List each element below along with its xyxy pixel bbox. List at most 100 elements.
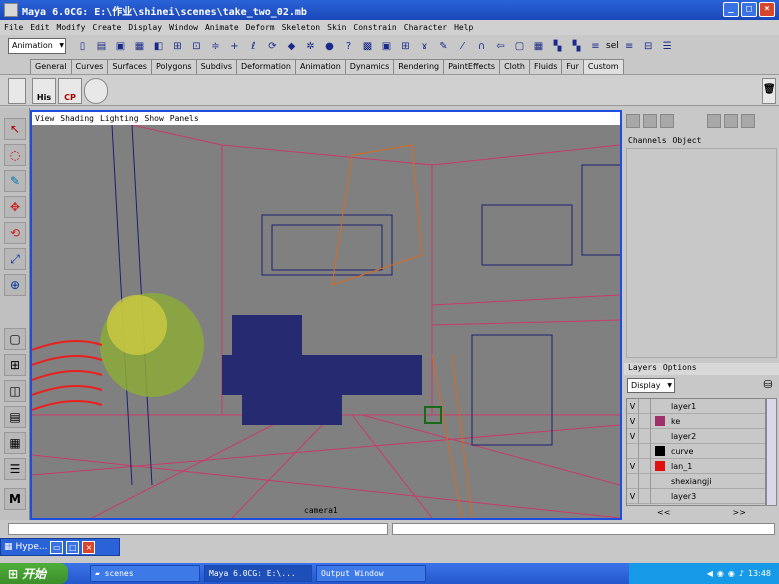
layer-nav-next[interactable]: >> (733, 508, 746, 520)
shelf-menu-icon[interactable] (8, 78, 26, 104)
volume-icon[interactable]: ♪ (739, 569, 744, 578)
close-button[interactable]: × (759, 2, 775, 17)
tool-settings-icon[interactable]: ⊟ (640, 38, 657, 55)
move-tool-icon[interactable]: ✥ (4, 196, 26, 218)
render-icon[interactable]: ? (340, 38, 357, 55)
texture-sphere-icon[interactable] (741, 114, 755, 128)
taskbar-item-output[interactable]: Output Window (316, 565, 426, 582)
object-menu[interactable]: Object (673, 136, 702, 148)
menu-window[interactable]: Window (169, 23, 198, 32)
layer-color-swatch[interactable] (655, 476, 665, 486)
layer-row[interactable]: shexiangji (627, 473, 765, 489)
shelf-tab-fur[interactable]: Fur (561, 59, 584, 74)
attr-editor-icon[interactable]: ≡ (621, 38, 638, 55)
layer-row[interactable]: V layer1 (627, 398, 765, 414)
channel-box-icon[interactable]: ☰ (659, 38, 676, 55)
menu-edit[interactable]: Edit (30, 23, 49, 32)
layer-playback-toggle[interactable] (639, 413, 651, 429)
layer-visible-toggle[interactable] (627, 473, 639, 489)
taskbar-item-scenes[interactable]: ▰ scenes (90, 565, 200, 582)
menu-create[interactable]: Create (92, 23, 121, 32)
shelf-his-button[interactable]: His (32, 78, 56, 104)
viewport-menu-lighting[interactable]: Lighting (100, 114, 139, 123)
layer-playback-toggle[interactable] (639, 398, 651, 414)
menu-character[interactable]: Character (404, 23, 447, 32)
menu-modify[interactable]: Modify (57, 23, 86, 32)
layer-row[interactable]: V layer2 (627, 428, 765, 444)
new-layer-icon[interactable]: ⛁ (760, 378, 776, 393)
layout-four-icon[interactable]: ⊞ (4, 354, 26, 376)
menu-help[interactable]: Help (454, 23, 473, 32)
menu-set-selector[interactable]: Animation (8, 38, 66, 54)
viewport-menu-shading[interactable]: Shading (60, 114, 94, 123)
open-scene-icon[interactable]: ▤ (93, 38, 110, 55)
shelf-tab-custom[interactable]: Custom (582, 59, 624, 74)
manipulator-tool-icon[interactable]: ⊕ (4, 274, 26, 296)
brush-icon[interactable]: ⁄ (454, 38, 471, 55)
save-scene-icon[interactable]: ▣ (112, 38, 129, 55)
shelf-tab-curves[interactable]: Curves (70, 59, 109, 74)
menu-skin[interactable]: Skin (327, 23, 346, 32)
layer-visible-toggle[interactable]: V (627, 428, 639, 444)
layer-playback-toggle[interactable] (639, 443, 651, 459)
shelf-tab-deformation[interactable]: Deformation (236, 59, 296, 74)
shelf-tab-general[interactable]: General (30, 59, 72, 74)
channel-layout-icon-3[interactable] (660, 114, 674, 128)
render-globals-icon[interactable]: ▣ (378, 38, 395, 55)
layer-color-swatch[interactable] (655, 446, 665, 456)
history-icon[interactable]: ● (321, 38, 338, 55)
layer-color-swatch[interactable] (655, 401, 665, 411)
new-scene-icon[interactable]: ▯ (74, 38, 91, 55)
channel-layout-icon-2[interactable] (643, 114, 657, 128)
layer-playback-toggle[interactable] (639, 428, 651, 444)
scale-tool-icon[interactable]: ⤢ (4, 248, 26, 270)
shelf-tab-animation[interactable]: Animation (294, 59, 346, 74)
import-icon[interactable]: ⇦ (492, 38, 509, 55)
shelf-tab-polygons[interactable]: Polygons (150, 59, 197, 74)
viewport-menu-show[interactable]: Show (145, 114, 164, 123)
select-component-icon[interactable]: ⊞ (169, 38, 186, 55)
lasso-tool-icon[interactable]: ◌ (4, 144, 26, 166)
menu-display[interactable]: Display (128, 23, 162, 32)
shelf-tab-fluids[interactable]: Fluids (529, 59, 563, 74)
layer-mode-dropdown[interactable]: Display (627, 378, 675, 393)
layer-row[interactable]: V ke (627, 413, 765, 429)
layer-playback-toggle[interactable] (639, 473, 651, 489)
clapper-icon[interactable]: ▚ (549, 38, 566, 55)
shelf-tab-cloth[interactable]: Cloth (499, 59, 531, 74)
menu-deform[interactable]: Deform (246, 23, 275, 32)
options-menu-label[interactable]: Options (663, 363, 697, 375)
tray-icon[interactable]: ◀ (707, 569, 713, 578)
shelf-tab-surfaces[interactable]: Surfaces (107, 59, 152, 74)
paint-select-tool-icon[interactable]: ✎ (4, 170, 26, 192)
perspective-viewport[interactable]: View Shading Lighting Show Panels camera… (30, 110, 622, 520)
layer-visible-toggle[interactable] (627, 443, 639, 459)
minimized-hypershade-window[interactable]: ▦ Hype... ▭ □ × (0, 538, 120, 556)
graph-icon[interactable]: ɤ (416, 38, 433, 55)
close-button-small[interactable]: × (82, 540, 96, 554)
layout-graph-icon[interactable]: ▦ (4, 432, 26, 454)
viewport-menu-panels[interactable]: Panels (170, 114, 199, 123)
snap-curve-icon[interactable]: ≑ (207, 38, 224, 55)
shelf-tab-dynamics[interactable]: Dynamics (344, 59, 395, 74)
magnet-icon[interactable]: ∩ (473, 38, 490, 55)
export-icon[interactable]: ▢ (511, 38, 528, 55)
shelf-cp-button[interactable]: CP (58, 78, 82, 104)
layout-two-icon[interactable]: ◫ (4, 380, 26, 402)
snap-point-icon[interactable]: + (226, 38, 243, 55)
layer-scrollbar[interactable] (766, 398, 777, 506)
channel-layout-icon-1[interactable] (626, 114, 640, 128)
snap-plane-icon[interactable]: ℓ (245, 38, 262, 55)
maximize-button[interactable]: □ (741, 2, 757, 17)
hypershade-sphere-icon[interactable] (724, 114, 738, 128)
layer-row[interactable]: V lan_1 (627, 458, 765, 474)
layer-visible-toggle[interactable]: V (627, 488, 639, 504)
menu-file[interactable]: File (4, 23, 23, 32)
channels-menu[interactable]: Channels (628, 136, 667, 148)
layer-playback-toggle[interactable] (639, 488, 651, 504)
layer-visible-toggle[interactable]: V (627, 413, 639, 429)
layer-visible-toggle[interactable]: V (627, 398, 639, 414)
render-globe-icon[interactable] (707, 114, 721, 128)
rotate-tool-icon[interactable]: ⟲ (4, 222, 26, 244)
restore-button[interactable]: ▭ (50, 540, 64, 554)
